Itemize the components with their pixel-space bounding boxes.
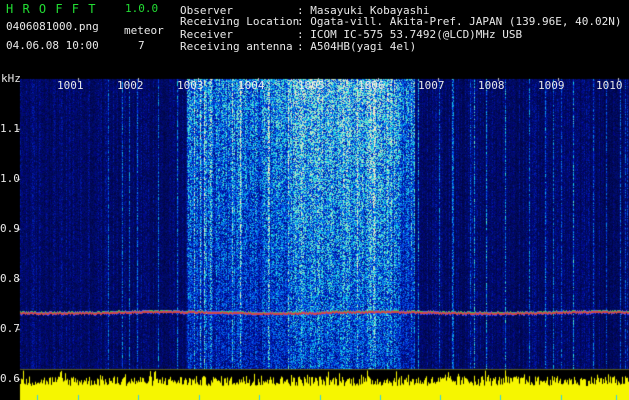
- meteor-label: meteor: [124, 24, 164, 37]
- x-tick-label: 1002: [117, 79, 144, 92]
- spectrogram-canvas: [0, 0, 629, 400]
- y-axis-unit: kHz: [1, 72, 21, 85]
- x-tick-label: 1003: [177, 79, 204, 92]
- y-tick-label: 0.8: [0, 272, 20, 285]
- x-tick-label: 1007: [418, 79, 445, 92]
- hrofft-window: H R O F F T 1.0.0 0406081000.png meteor …: [0, 0, 629, 400]
- filename-label: 0406081000.png: [6, 20, 99, 33]
- info-value-location: : Ogata-vill. Akita-Pref. JAPAN (139.96E…: [297, 15, 622, 28]
- y-tick-label: 0.9: [0, 222, 20, 235]
- x-tick-label: 1010: [596, 79, 623, 92]
- info-label-antenna: Receiving antenna: [180, 40, 293, 53]
- x-tick-label: 1009: [538, 79, 565, 92]
- info-label-location: Receiving Location: [180, 15, 300, 28]
- y-tick-label: 0.7: [0, 322, 20, 335]
- y-tick-label: 1.1: [0, 122, 20, 135]
- app-title: H R O F F T: [6, 2, 97, 16]
- y-tick-label: 0.6: [0, 372, 20, 385]
- x-tick-label: 1008: [478, 79, 505, 92]
- meteor-count: 7: [138, 39, 145, 52]
- x-tick-label: 1004: [238, 79, 265, 92]
- app-version: 1.0.0: [125, 2, 159, 15]
- info-value-antenna: : A504HB(yagi 4el): [297, 40, 417, 53]
- y-tick-label: 1.0: [0, 172, 20, 185]
- datetime-label: 04.06.08 10:00: [6, 39, 99, 52]
- x-tick-label: 1001: [57, 79, 84, 92]
- x-tick-label: 1005: [298, 79, 325, 92]
- x-tick-label: 1006: [358, 79, 385, 92]
